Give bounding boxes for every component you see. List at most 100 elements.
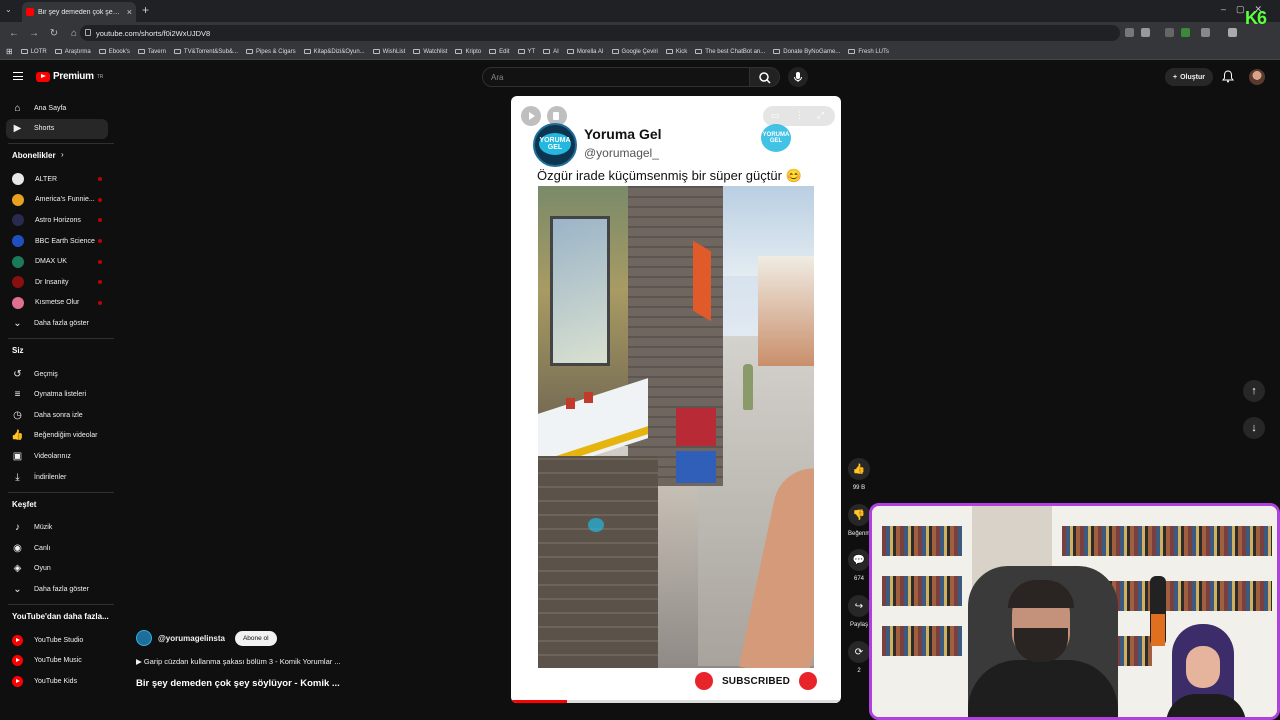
sidebar-item-label: Canlı — [34, 544, 51, 552]
more-options-icon[interactable]: ⋮ — [795, 110, 804, 121]
dislike-action[interactable]: 👎 Beğenm — [848, 504, 870, 537]
sidebar-item[interactable]: Astro Horizons — [6, 210, 108, 230]
home-browser-icon[interactable]: ⌂ — [68, 28, 80, 39]
sidebar-item[interactable]: ◷ Daha sonra izle — [6, 405, 108, 425]
sidebar-item-label: İndirilenler — [34, 473, 67, 481]
bookmark-item[interactable]: WishList — [372, 49, 405, 55]
extension-icon[interactable] — [1165, 28, 1174, 37]
new-tab-icon[interactable]: + — [142, 3, 149, 17]
bookmark-item[interactable]: Araştırma — [54, 49, 91, 55]
fullscreen-icon[interactable]: ⤢ — [817, 110, 824, 121]
you-heading[interactable]: Siz — [12, 346, 24, 355]
bookmark-item[interactable]: Kick — [665, 48, 688, 55]
sidebar-item[interactable]: ↺ Geçmiş — [6, 364, 108, 384]
share-icon[interactable]: ↪ — [848, 595, 870, 617]
install-app-icon[interactable] — [1125, 28, 1134, 37]
folder-icon — [611, 49, 619, 54]
sidebar-item-label: ALTER — [35, 175, 58, 183]
menu-icon[interactable] — [13, 72, 23, 80]
bookmark-item[interactable]: TV&Torrent&Sub&... — [173, 49, 238, 55]
comment-icon[interactable]: 💬 — [848, 549, 870, 571]
sidebar-item[interactable]: ▶ Shorts — [6, 118, 108, 139]
video-progress-bar[interactable] — [511, 700, 841, 703]
address-bar[interactable]: youtube.com/shorts/f0i2WxUJDV8 — [80, 25, 1120, 41]
sidebar-item[interactable]: ◈ Oyun — [6, 559, 108, 579]
sidebar-item[interactable]: 👍 Beğendiğim videolar — [6, 426, 108, 446]
captions-icon[interactable]: ▭ — [771, 110, 780, 121]
sidebar-item-label: YouTube Music — [34, 657, 82, 665]
short-title[interactable]: Bir şey demeden çok şey söylüyor - Komik… — [136, 678, 340, 689]
tab-search-icon[interactable]: ⌄ — [5, 5, 12, 14]
reload-icon[interactable]: ↻ — [48, 28, 60, 39]
sidebar-item-label: DMAX UK — [35, 258, 67, 266]
bookmark-item[interactable]: Kripto — [455, 49, 481, 55]
sidebar-toggle-icon[interactable] — [1228, 28, 1237, 37]
sidebar-item[interactable]: BBC Earth Science — [6, 231, 108, 251]
search-input[interactable]: Ara — [482, 67, 750, 87]
apps-grid-icon[interactable]: ⊞ — [6, 47, 13, 56]
sidebar-item[interactable]: ≡ Oynatma listeleri — [6, 385, 108, 405]
sidebar-item[interactable]: ♪ Müzik — [6, 518, 108, 538]
bookmark-item[interactable]: The best ChatBot an... — [695, 49, 765, 55]
forward-icon[interactable]: → — [28, 28, 40, 39]
browser-tab[interactable]: Bir şey demeden çok şey söylü... × — [22, 2, 136, 22]
bookmark-item[interactable]: Morella AI — [566, 49, 604, 55]
remix-action[interactable]: ⟳ 2 — [848, 641, 870, 674]
sidebar-item[interactable]: YouTube Studio — [6, 630, 108, 650]
extension-icon[interactable] — [1181, 28, 1190, 37]
close-tab-icon[interactable]: × — [127, 7, 132, 17]
account-avatar[interactable] — [1249, 69, 1265, 85]
back-icon[interactable]: ← — [8, 28, 20, 39]
subscriptions-heading[interactable]: Abonelikler — [12, 151, 56, 160]
search-button[interactable] — [750, 67, 780, 87]
bookmark-item[interactable]: YT — [517, 49, 535, 55]
sidebar-item[interactable]: ⤓ İndirilenler — [6, 467, 108, 487]
bookmark-item[interactable]: LOTR — [20, 49, 47, 55]
voice-search-button[interactable] — [788, 67, 808, 87]
sidebar-item[interactable]: DMAX UK — [6, 252, 108, 272]
uploader-handle[interactable]: @yorumagelinsta — [158, 634, 225, 643]
thumbs-down-icon[interactable]: 👎 — [848, 504, 870, 526]
comments-action[interactable]: 💬 674 — [848, 549, 870, 582]
bookmark-label: Kick — [675, 48, 688, 55]
uploader-avatar[interactable] — [136, 630, 152, 646]
bookmark-item[interactable]: Pipes & Cigars — [245, 49, 296, 55]
sidebar-item[interactable]: ◉ Canlı — [6, 538, 108, 558]
thumbs-up-icon[interactable]: 👍 — [848, 458, 870, 480]
sidebar-item[interactable]: ALTER — [6, 169, 108, 189]
sidebar-item[interactable]: ⌂ Ana Sayfa — [6, 98, 108, 118]
bookmark-item[interactable]: AI — [543, 49, 559, 55]
folder-icon — [665, 49, 673, 54]
sidebar-item[interactable]: ⌄ Daha fazla göster — [6, 579, 108, 599]
sidebar-item[interactable]: ⌄ Daha fazla göster — [6, 313, 108, 333]
site-info-icon[interactable] — [85, 29, 91, 36]
bookmark-item[interactable]: Tavern — [137, 49, 166, 55]
remix-icon[interactable]: ⟳ — [848, 641, 870, 663]
bookmark-item[interactable]: Donate ByNoGame... — [773, 49, 840, 55]
create-button[interactable]: + Oluştur — [1165, 68, 1213, 86]
sidebar-item[interactable]: YouTube Kids — [6, 671, 108, 691]
share-action[interactable]: ↪ Paylaş — [848, 595, 870, 628]
sidebar-item[interactable]: ▣ Videolarınız — [6, 446, 108, 466]
subscribe-button[interactable]: Abone ol — [234, 630, 277, 646]
like-action[interactable]: 👍 99 B — [848, 458, 870, 491]
bookmark-star-icon[interactable] — [1141, 28, 1150, 37]
play-button[interactable] — [521, 106, 541, 126]
sidebar-item[interactable]: Kısmetse Olur — [6, 293, 108, 313]
notifications-bell-icon[interactable] — [1222, 70, 1234, 83]
extensions-puzzle-icon[interactable] — [1201, 28, 1210, 37]
bookmark-item[interactable]: Fresh LUTs — [848, 49, 889, 55]
bookmark-item[interactable]: Edit — [489, 49, 510, 55]
next-short-button[interactable]: ↓ — [1243, 417, 1265, 439]
bookmark-item[interactable]: Google Çeviri — [611, 49, 658, 55]
sidebar-item[interactable]: America's Funnie... — [6, 190, 108, 210]
sidebar-item[interactable]: YouTube Music — [6, 651, 108, 671]
bookmark-item[interactable]: Watchlist — [413, 49, 447, 55]
related-playlist-link[interactable]: ▶ Garip cüzdan kullanma şakası bölüm 3 -… — [136, 657, 341, 666]
bookmark-item[interactable]: Kitap&Dizi&Oyun... — [303, 49, 365, 55]
shorts-player[interactable]: ▭ ⋮ ⤢ YORUMA GEL Yoruma Gel @yorumagel_ … — [511, 96, 841, 703]
sidebar-item[interactable]: Dr Insanity — [6, 272, 108, 292]
bookmark-item[interactable]: Ebook's — [98, 49, 130, 55]
youtube-premium-logo[interactable]: Premium TR — [36, 71, 103, 82]
previous-short-button[interactable]: ↑ — [1243, 380, 1265, 402]
